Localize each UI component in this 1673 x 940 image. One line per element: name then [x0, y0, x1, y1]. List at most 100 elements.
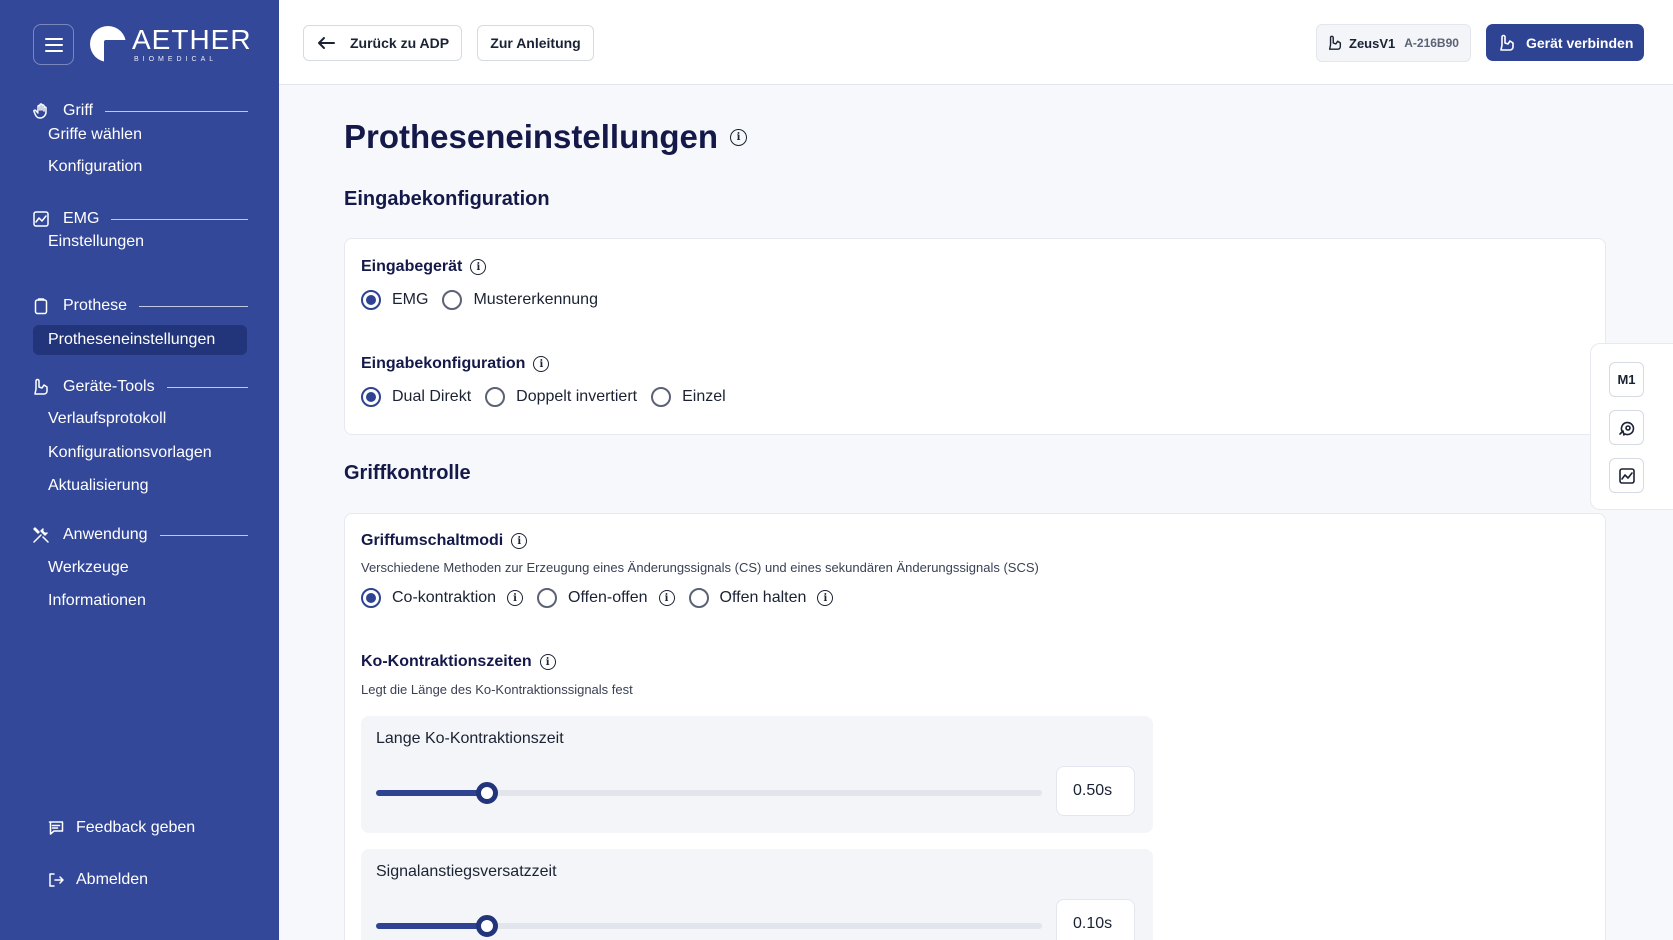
sidebar-item-verlaufsprotokoll[interactable]: Verlaufsprotokoll — [33, 404, 247, 434]
chart-icon — [32, 210, 50, 228]
sidebar-item-griffe-waehlen[interactable]: Griffe wählen — [33, 120, 247, 150]
info-icon[interactable]: i — [470, 259, 487, 275]
radio-label: Mustererkennung — [473, 291, 598, 308]
radio-label: Dual Direkt — [392, 388, 472, 405]
emg-chart-button[interactable] — [1609, 458, 1644, 493]
info-icon[interactable]: i — [533, 356, 550, 372]
radio-selected-icon — [361, 290, 381, 310]
logout-link[interactable]: Abmelden — [46, 867, 148, 893]
slider-thumb[interactable] — [476, 782, 498, 804]
radio-unselected-icon — [651, 387, 672, 407]
divider — [139, 305, 248, 307]
connect-device-label: Gerät verbinden — [1526, 34, 1634, 51]
m1-button[interactable]: M1 — [1609, 362, 1644, 397]
radio-dual-direct[interactable]: Dual Direkt — [361, 387, 471, 407]
sidebar-item-aktualisierung[interactable]: Aktualisierung — [33, 471, 247, 501]
info-icon[interactable]: i — [730, 128, 748, 146]
radio-co-contraction[interactable]: Co-kontraktion i — [361, 588, 524, 608]
radio-double-inverted[interactable]: Doppelt invertiert — [485, 387, 637, 407]
nav-group-label: Anwendung — [63, 526, 148, 543]
slider-value-input[interactable]: 0.10s — [1056, 899, 1135, 940]
device-serial: A-216B90 — [1404, 36, 1459, 50]
back-to-adp-label: Zurück zu ADP — [350, 35, 450, 51]
section-title-grip: Griffkontrolle — [344, 462, 471, 484]
info-icon[interactable]: i — [658, 590, 675, 606]
nav-group-geraete-tools: Geräte-Tools — [32, 375, 248, 399]
menu-toggle-button[interactable] — [33, 24, 74, 65]
input-device-label: Eingabegerät — [361, 258, 463, 275]
grip-control-card: Griffumschaltmodi i Verschiedene Methode… — [344, 513, 1606, 940]
radio-single[interactable]: Einzel — [651, 387, 726, 407]
top-bar: Zurück zu ADP Zur Anleitung ZeusV1 A-216… — [279, 0, 1673, 85]
logout-icon — [46, 870, 66, 890]
field-label-grip-modes: Griffumschaltmodi i — [361, 532, 528, 550]
radio-unselected-icon — [442, 290, 463, 310]
radio-selected-icon — [361, 588, 381, 608]
connect-device-button[interactable]: Gerät verbinden — [1486, 24, 1644, 61]
nav-group-label: Griff — [63, 102, 93, 119]
radio-selected-icon — [361, 387, 381, 407]
sidebar-item-informationen[interactable]: Informationen — [33, 586, 247, 616]
nav-group-label: EMG — [63, 210, 100, 227]
radio-hold-open[interactable]: Offen halten i — [688, 588, 834, 608]
divider — [111, 218, 248, 220]
slider-panel-long-co-contraction: Lange Ko-Kontraktionszeit 0.50s — [361, 716, 1153, 833]
info-icon[interactable]: i — [539, 654, 556, 670]
prosthesis-icon — [1498, 34, 1516, 52]
hand-rotate-button[interactable] — [1609, 410, 1644, 445]
radio-pattern-recognition[interactable]: Mustererkennung — [442, 290, 598, 310]
back-to-adp-button[interactable]: Zurück zu ADP — [303, 25, 462, 61]
slider-thumb[interactable] — [476, 915, 498, 937]
field-label-co-contraction-times: Ko-Kontraktionszeiten i — [361, 653, 556, 671]
device-chip[interactable]: ZeusV1 A-216B90 — [1316, 24, 1471, 62]
section-title-input: Eingabekonfiguration — [344, 188, 550, 210]
slider-label: Signalanstiegsversatzzeit — [376, 863, 557, 880]
nav-group-label: Geräte-Tools — [63, 378, 155, 395]
radio-unselected-icon — [688, 588, 709, 608]
input-config-card: Eingabegerät i EMG Mustererkennung Einga… — [344, 238, 1606, 435]
info-icon[interactable]: i — [511, 533, 528, 549]
guide-button[interactable]: Zur Anleitung — [477, 25, 594, 61]
logout-label: Abmelden — [76, 871, 149, 888]
sidebar-item-einstellungen[interactable]: Einstellungen — [33, 227, 247, 257]
slider-fill — [376, 923, 487, 929]
nav-group-prothese: Prothese — [32, 294, 248, 318]
radio-unselected-icon — [485, 387, 506, 407]
radio-label: Offen halten — [719, 589, 807, 606]
field-label-input-config: Eingabekonfiguration i — [361, 355, 550, 373]
radio-unselected-icon — [537, 588, 558, 608]
slider-track[interactable] — [376, 915, 1042, 937]
sidebar-item-konfigurationsvorlagen[interactable]: Konfigurationsvorlagen — [33, 438, 247, 468]
clipboard-icon — [32, 297, 50, 315]
field-label-input-device: Eingabegerät i — [361, 258, 487, 276]
brand-logo[interactable]: AETHER BIOMEDICAL — [90, 24, 252, 64]
info-icon[interactable]: i — [507, 590, 524, 606]
radio-label: EMG — [392, 291, 429, 308]
slider-track[interactable] — [376, 782, 1042, 804]
brand-word: AETHER — [132, 23, 252, 55]
nav-group-label: Prothese — [63, 297, 128, 314]
page-title: Protheseneinstellungen i — [344, 118, 748, 156]
slider-value-input[interactable]: 0.50s — [1056, 766, 1135, 816]
sidebar: AETHER BIOMEDICAL Griff Griffe wählen Ko… — [0, 0, 279, 940]
info-icon[interactable]: i — [817, 590, 834, 606]
logo-mark-icon — [90, 26, 126, 62]
guide-label: Zur Anleitung — [490, 35, 581, 51]
prosthesis-icon — [32, 378, 50, 396]
hamburger-icon — [44, 37, 63, 52]
radio-label: Einzel — [682, 388, 726, 405]
prosthesis-icon — [1327, 35, 1343, 51]
radio-emg[interactable]: EMG — [361, 290, 428, 310]
tools-icon — [32, 526, 50, 544]
input-config-radio-group: Dual Direkt Doppelt invertiert Einzel — [361, 386, 740, 408]
feedback-label: Feedback geben — [76, 819, 196, 836]
sidebar-item-protheseneinstellungen[interactable]: Protheseneinstellungen — [33, 325, 247, 355]
grip-modes-description: Verschiedene Methoden zur Erzeugung eine… — [361, 560, 1039, 575]
input-device-radio-group: EMG Mustererkennung — [361, 289, 612, 311]
sidebar-item-konfiguration[interactable]: Konfiguration — [33, 152, 247, 182]
sidebar-item-werkzeuge[interactable]: Werkzeuge — [33, 553, 247, 583]
feedback-link[interactable]: Feedback geben — [46, 815, 195, 841]
page-title-text: Protheseneinstellungen — [344, 118, 719, 155]
radio-open-open[interactable]: Offen-offen i — [537, 588, 675, 608]
divider — [159, 534, 248, 536]
